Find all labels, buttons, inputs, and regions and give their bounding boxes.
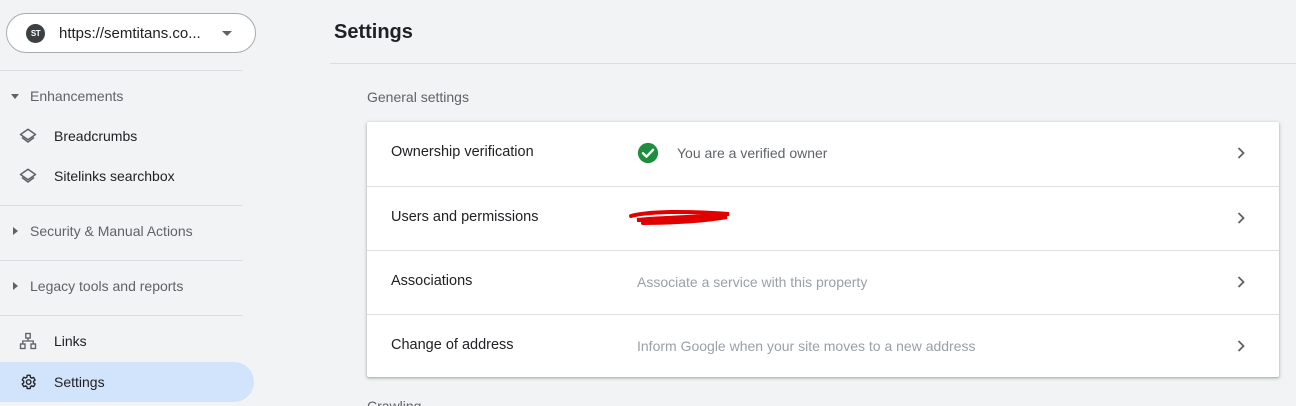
verified-check-icon <box>637 142 659 164</box>
chevron-right-icon <box>1237 340 1245 352</box>
layers-icon <box>19 168 37 183</box>
settings-row-associations[interactable]: Associations Associate a service with th… <box>367 250 1279 314</box>
sidebar-item-breadcrumbs[interactable]: Breadcrumbs <box>0 116 254 156</box>
property-logo-icon: ST <box>26 24 45 43</box>
sidebar-item-label: Settings <box>54 374 105 390</box>
property-url: https://semtitans.co... <box>59 25 201 42</box>
sidebar-item-label: Links <box>54 333 87 349</box>
row-label: Users and permissions <box>391 209 539 225</box>
row-value: Inform Google when your site moves to a … <box>637 338 976 354</box>
sidebar: ST https://semtitans.co... Enhancements … <box>0 0 270 406</box>
layers-icon <box>19 128 37 143</box>
dropdown-caret-icon <box>222 31 232 36</box>
sidebar-divider <box>0 315 242 316</box>
page-title: Settings <box>334 21 413 43</box>
sidebar-divider <box>0 205 242 206</box>
section-enhancements[interactable]: Enhancements <box>0 84 250 108</box>
redaction-scribble <box>629 209 730 225</box>
sidebar-item-links[interactable]: Links <box>0 321 254 361</box>
chevron-right-icon <box>1237 276 1245 288</box>
settings-row-change-of-address[interactable]: Change of address Inform Google when you… <box>367 314 1279 378</box>
row-label: Ownership verification <box>391 144 534 160</box>
expand-arrow-icon <box>13 227 18 235</box>
property-selector[interactable]: ST https://semtitans.co... <box>6 13 256 53</box>
row-value: You are a verified owner <box>677 145 828 161</box>
section-legacy[interactable]: Legacy tools and reports <box>0 274 250 298</box>
settings-row-ownership[interactable]: Ownership verification You are a verifie… <box>367 122 1279 186</box>
section-label: Security & Manual Actions <box>30 223 193 239</box>
chevron-right-icon <box>1237 212 1245 224</box>
gear-icon <box>21 374 36 390</box>
header-divider <box>330 63 1296 64</box>
settings-row-users[interactable]: Users and permissions <box>367 186 1279 250</box>
section-label: Legacy tools and reports <box>30 278 184 294</box>
general-settings-heading: General settings <box>367 89 469 105</box>
section-label: Enhancements <box>30 88 124 104</box>
chevron-right-icon <box>1237 147 1245 159</box>
general-settings-card: Ownership verification You are a verifie… <box>367 122 1279 377</box>
sidebar-divider <box>0 70 242 71</box>
sidebar-item-label: Breadcrumbs <box>54 128 138 144</box>
crawling-heading: Crawling <box>367 398 422 406</box>
sidebar-item-label: Sitelinks searchbox <box>54 168 175 184</box>
row-label: Change of address <box>391 337 514 353</box>
expand-arrow-icon <box>13 282 18 290</box>
search-console-settings: ST https://semtitans.co... Enhancements … <box>0 0 1296 406</box>
sidebar-item-sitelinks[interactable]: Sitelinks searchbox <box>0 156 254 196</box>
sitemap-icon <box>19 332 37 350</box>
section-security[interactable]: Security & Manual Actions <box>0 219 250 243</box>
row-label: Associations <box>391 273 473 289</box>
main-content: Settings General settings Ownership veri… <box>330 0 1296 406</box>
row-value: Associate a service with this property <box>637 274 868 290</box>
collapse-arrow-icon <box>11 94 19 99</box>
sidebar-divider <box>0 260 242 261</box>
sidebar-item-settings[interactable]: Settings <box>0 362 254 402</box>
